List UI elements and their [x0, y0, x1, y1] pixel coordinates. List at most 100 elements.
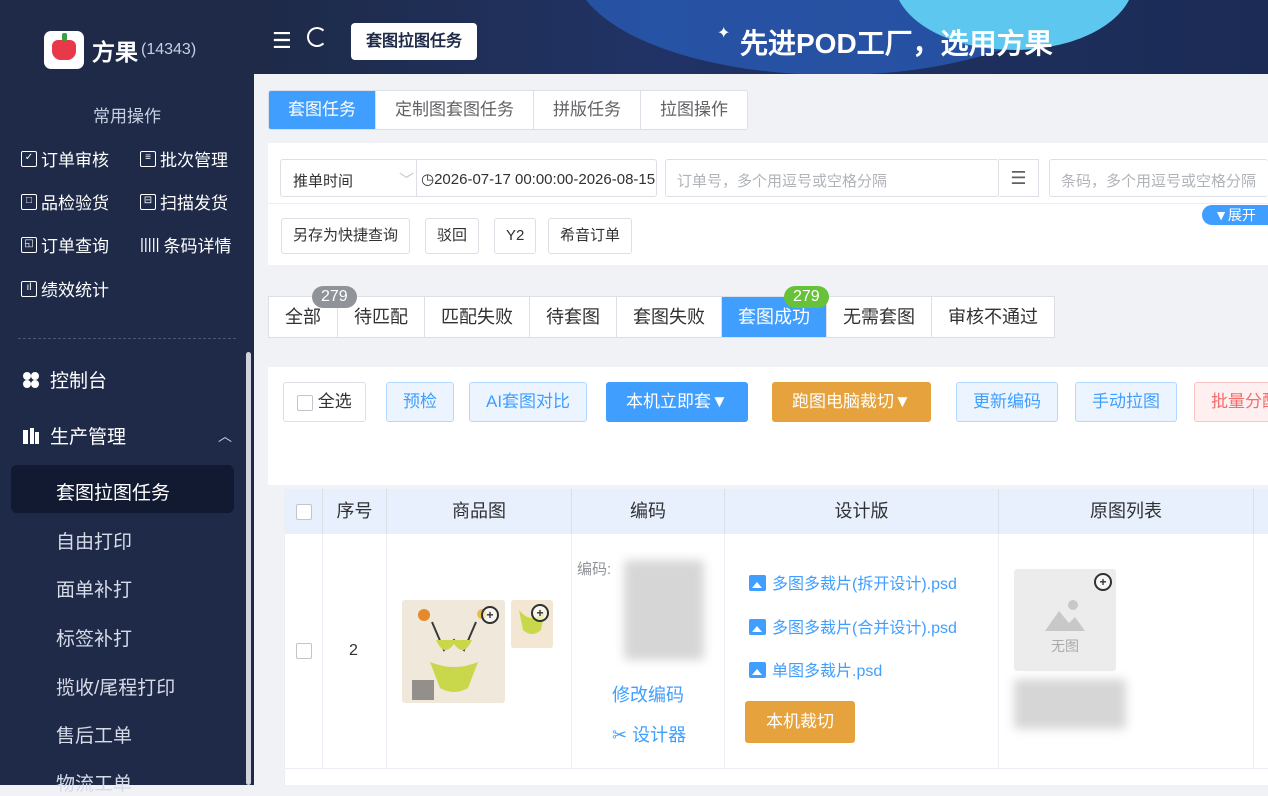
manual-pull-button[interactable]: 手动拉图 — [1075, 382, 1177, 422]
local-cut-button[interactable]: 本机裁切 — [745, 701, 855, 743]
sidebar-scrollbar[interactable] — [246, 352, 251, 785]
design-file-link[interactable]: 单图多裁片.psd — [749, 657, 882, 681]
table-cell: + + — [387, 534, 572, 769]
submenu-item[interactable]: 套图拉图任务 — [56, 478, 170, 505]
table-cell: 无图 + — [999, 534, 1254, 769]
table-cell: 2 — [323, 534, 387, 769]
no-image-placeholder[interactable]: 无图 + — [1014, 569, 1116, 671]
header-checkbox-cell — [285, 489, 323, 534]
submenu-item[interactable]: 标签补打 — [56, 624, 132, 651]
tab-mockup-task[interactable]: 套图任务 — [269, 91, 376, 129]
current-task-button[interactable]: 套图拉图任务 — [351, 23, 478, 60]
top-bar: ☰ 套图拉图任务 ✦ 先进POD工厂，选用方果 — [254, 0, 1268, 74]
checkbox-icon: ✓ — [21, 150, 37, 167]
status-tab[interactable]: 套图失败 — [617, 297, 722, 337]
status-tab[interactable]: 匹配失败 — [425, 297, 530, 337]
submenu-item[interactable]: 自由打印 — [56, 527, 132, 554]
task-table: 序号 商品图 编码 设计版 原图列表 2 + + 编码: 修改编码 ✂ 设计器 … — [284, 489, 1268, 785]
submenu-item[interactable]: 揽收/尾程打印 — [56, 673, 175, 700]
hamburger-icon[interactable]: ☰ — [272, 28, 292, 54]
no-image-text: 无图 — [1051, 638, 1079, 654]
sidebar: 方果 (14343) 常用操作 ✓ 订单审核 ≡ 批次管理 □ 品检验货 ⊟ 扫描发货 … — [0, 0, 254, 795]
quick-filter-chip[interactable]: 驳回 — [425, 218, 480, 254]
product-image[interactable]: + — [402, 600, 505, 703]
select-separator — [416, 160, 417, 196]
brand-count: (14343) — [141, 41, 197, 58]
design-file-link[interactable]: 多图多裁片(合并设计).psd — [749, 614, 957, 638]
quick-performance[interactable]: ıl 绩效统计 — [21, 276, 109, 301]
filter-divider — [268, 203, 1268, 204]
select-all-checkbox[interactable]: 全选 — [283, 382, 366, 422]
submenu-item[interactable]: 面单补打 — [56, 575, 132, 602]
column-header: 设计版 — [725, 489, 999, 534]
zoom-in-icon[interactable]: + — [531, 604, 549, 622]
status-tab-success[interactable]: 套图成功 279 — [722, 286, 829, 337]
edit-code-link[interactable]: 修改编码 — [612, 681, 684, 707]
apple-logo-icon — [44, 31, 84, 69]
select-all-rows-checkbox[interactable] — [295, 504, 312, 521]
tools-icon: ✂ — [612, 725, 633, 745]
quick-filter-chip[interactable]: 希音订单 — [548, 218, 633, 254]
clock-icon: ◷ — [421, 171, 435, 188]
time-type-select[interactable]: 推单时间 — [293, 170, 353, 191]
refresh-icon[interactable] — [307, 27, 327, 47]
quick-scan-ship[interactable]: ⊟ 扫描发货 — [140, 189, 228, 214]
sparkle-icon: ✦ — [717, 25, 731, 42]
precheck-button[interactable]: 预检 — [386, 382, 454, 422]
designer-link[interactable]: ✂ 设计器 — [612, 721, 686, 747]
list-input-icon[interactable]: ☰ — [999, 159, 1039, 197]
quick-barcode-detail[interactable]: ||||| 条码详情 — [140, 232, 231, 257]
table-cell — [285, 534, 323, 769]
submenu-item[interactable]: 售后工单 — [56, 721, 132, 748]
row-index: 2 — [349, 642, 358, 659]
menu-production[interactable]: 生产管理 ︿ — [22, 422, 232, 449]
local-mockup-button[interactable]: 本机立即套▼ — [606, 382, 748, 422]
image-file-icon — [749, 619, 766, 635]
batch-assign-button[interactable]: 批量分配 — [1194, 382, 1268, 422]
expand-button[interactable]: ▼展开 — [1202, 205, 1268, 225]
status-tabs: 全部 279 待匹配 匹配失败 待套图 套图失败 套图成功 279 无需套图 审核不… — [268, 286, 1055, 338]
table-cell-overflow — [1254, 534, 1268, 769]
zoom-in-icon[interactable]: + — [1094, 573, 1112, 591]
design-file-link[interactable]: 多图多裁片(拆开设计).psd — [749, 570, 957, 594]
quick-quality-check[interactable]: □ 品检验货 — [21, 189, 109, 214]
run-cut-button[interactable]: 跑图电脑裁切▼ — [772, 382, 931, 422]
status-tab[interactable]: 无需套图 — [827, 297, 932, 337]
code-label: 编码: — [577, 561, 612, 578]
column-header: 序号 — [323, 489, 387, 534]
quick-batch-manage[interactable]: ≡ 批次管理 — [140, 146, 228, 171]
date-range-input[interactable]: ◷2026-07-17 00:00:00-2026-08-15 23:59:59 — [421, 170, 655, 188]
row-checkbox[interactable] — [296, 643, 312, 659]
logo: 方果 (14343) — [44, 31, 196, 69]
product-thumbnail[interactable]: + — [511, 600, 553, 648]
checkbox[interactable] — [297, 394, 313, 411]
quick-order-review[interactable]: ✓ 订单审核 — [21, 146, 109, 171]
tab-pull-image[interactable]: 拉图操作 — [641, 91, 747, 129]
save-quick-query-button[interactable]: 另存为快捷查询 — [281, 218, 411, 254]
menu-dashboard[interactable]: 控制台 — [22, 366, 107, 393]
image-placeholder-icon — [1045, 600, 1085, 631]
zoom-in-icon[interactable]: + — [481, 606, 499, 624]
tab-imposition[interactable]: 拼版任务 — [534, 91, 641, 129]
dashboard-icon — [23, 371, 39, 388]
table-cell: 编码: 修改编码 ✂ 设计器 — [572, 534, 725, 769]
submenu-item[interactable]: 物流工单 — [56, 769, 132, 796]
order-number-input[interactable]: 订单号，多个用逗号或空格分隔 — [665, 159, 999, 197]
quick-order-query[interactable]: ◱ 订单查询 — [21, 232, 109, 257]
quick-filter-chip[interactable]: Y2 — [494, 218, 537, 254]
update-code-button[interactable]: 更新编码 — [956, 382, 1058, 422]
column-header: 原图列表 — [999, 489, 1254, 534]
action-bar: 全选 预检 AI套图对比 本机立即套▼ 跑图电脑裁切▼ 更新编码 手动拉图 批量… — [268, 367, 1268, 485]
column-header: 编码 — [572, 489, 725, 534]
status-tab[interactable]: 审核不通过 — [932, 297, 1054, 337]
status-tab-all[interactable]: 全部 279 — [269, 286, 357, 337]
date-filter[interactable]: 推单时间 ﹀ ◷2026-07-17 00:00:00-2026-08-15 2… — [280, 159, 657, 197]
banner-slogan: 先进POD工厂，选用方果 — [740, 28, 1053, 59]
column-header-overflow — [1254, 489, 1268, 534]
status-tab[interactable]: 待套图 — [530, 297, 617, 337]
barcode-input[interactable]: 条码，多个用逗号或空格分隔 — [1049, 159, 1268, 197]
ai-compare-button[interactable]: AI套图对比 — [469, 382, 588, 422]
image-file-icon — [749, 575, 766, 591]
status-tab[interactable]: 待匹配 — [338, 297, 425, 337]
tab-custom-mockup[interactable]: 定制图套图任务 — [376, 91, 534, 129]
